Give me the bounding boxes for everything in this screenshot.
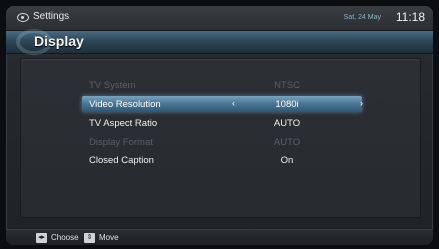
setting-label: Display Format: [89, 137, 153, 148]
setting-row-closed-caption[interactable]: Closed Caption On: [82, 152, 362, 168]
setting-value: 1080i: [275, 99, 299, 110]
setting-value: AUTO: [273, 137, 301, 148]
page-header: Display: [6, 29, 433, 55]
date-display: Sat, 24 May: [343, 14, 381, 21]
disc-icon: [17, 13, 29, 22]
settings-screen: Settings Sat, 24 May 11:18 Display TV Sy…: [6, 6, 433, 245]
setting-row-video-resolution[interactable]: Video Resolution ‹ 1080i ›: [82, 96, 363, 112]
app-title: Settings: [33, 11, 70, 22]
move-hint: Move: [99, 233, 119, 242]
setting-value: On: [280, 155, 294, 166]
top-bar: Settings Sat, 24 May 11:18: [6, 6, 433, 31]
setting-value: NTSC: [274, 80, 300, 91]
left-right-arrows-icon: ◂▸: [36, 233, 47, 243]
setting-row-tv-system: TV System NTSC: [82, 77, 362, 93]
footer-hint-bar: ◂▸ Choose ⇕ Move: [6, 229, 433, 245]
chevron-right-icon[interactable]: ›: [360, 98, 363, 108]
setting-value: AUTO: [273, 118, 301, 129]
setting-label: Closed Caption: [89, 155, 154, 166]
page-title: Display: [34, 33, 84, 49]
setting-row-display-format: Display Format AUTO: [82, 134, 362, 150]
setting-label: TV Aspect Ratio: [89, 118, 158, 129]
up-down-arrows-icon: ⇕: [84, 233, 95, 243]
clock: 11:18: [395, 10, 425, 24]
setting-label: TV System: [89, 80, 136, 91]
setting-row-tv-aspect-ratio[interactable]: TV Aspect Ratio AUTO: [82, 115, 362, 131]
choose-hint: Choose: [51, 233, 79, 242]
chevron-left-icon[interactable]: ‹: [232, 98, 235, 108]
setting-label: Video Resolution: [89, 99, 161, 110]
